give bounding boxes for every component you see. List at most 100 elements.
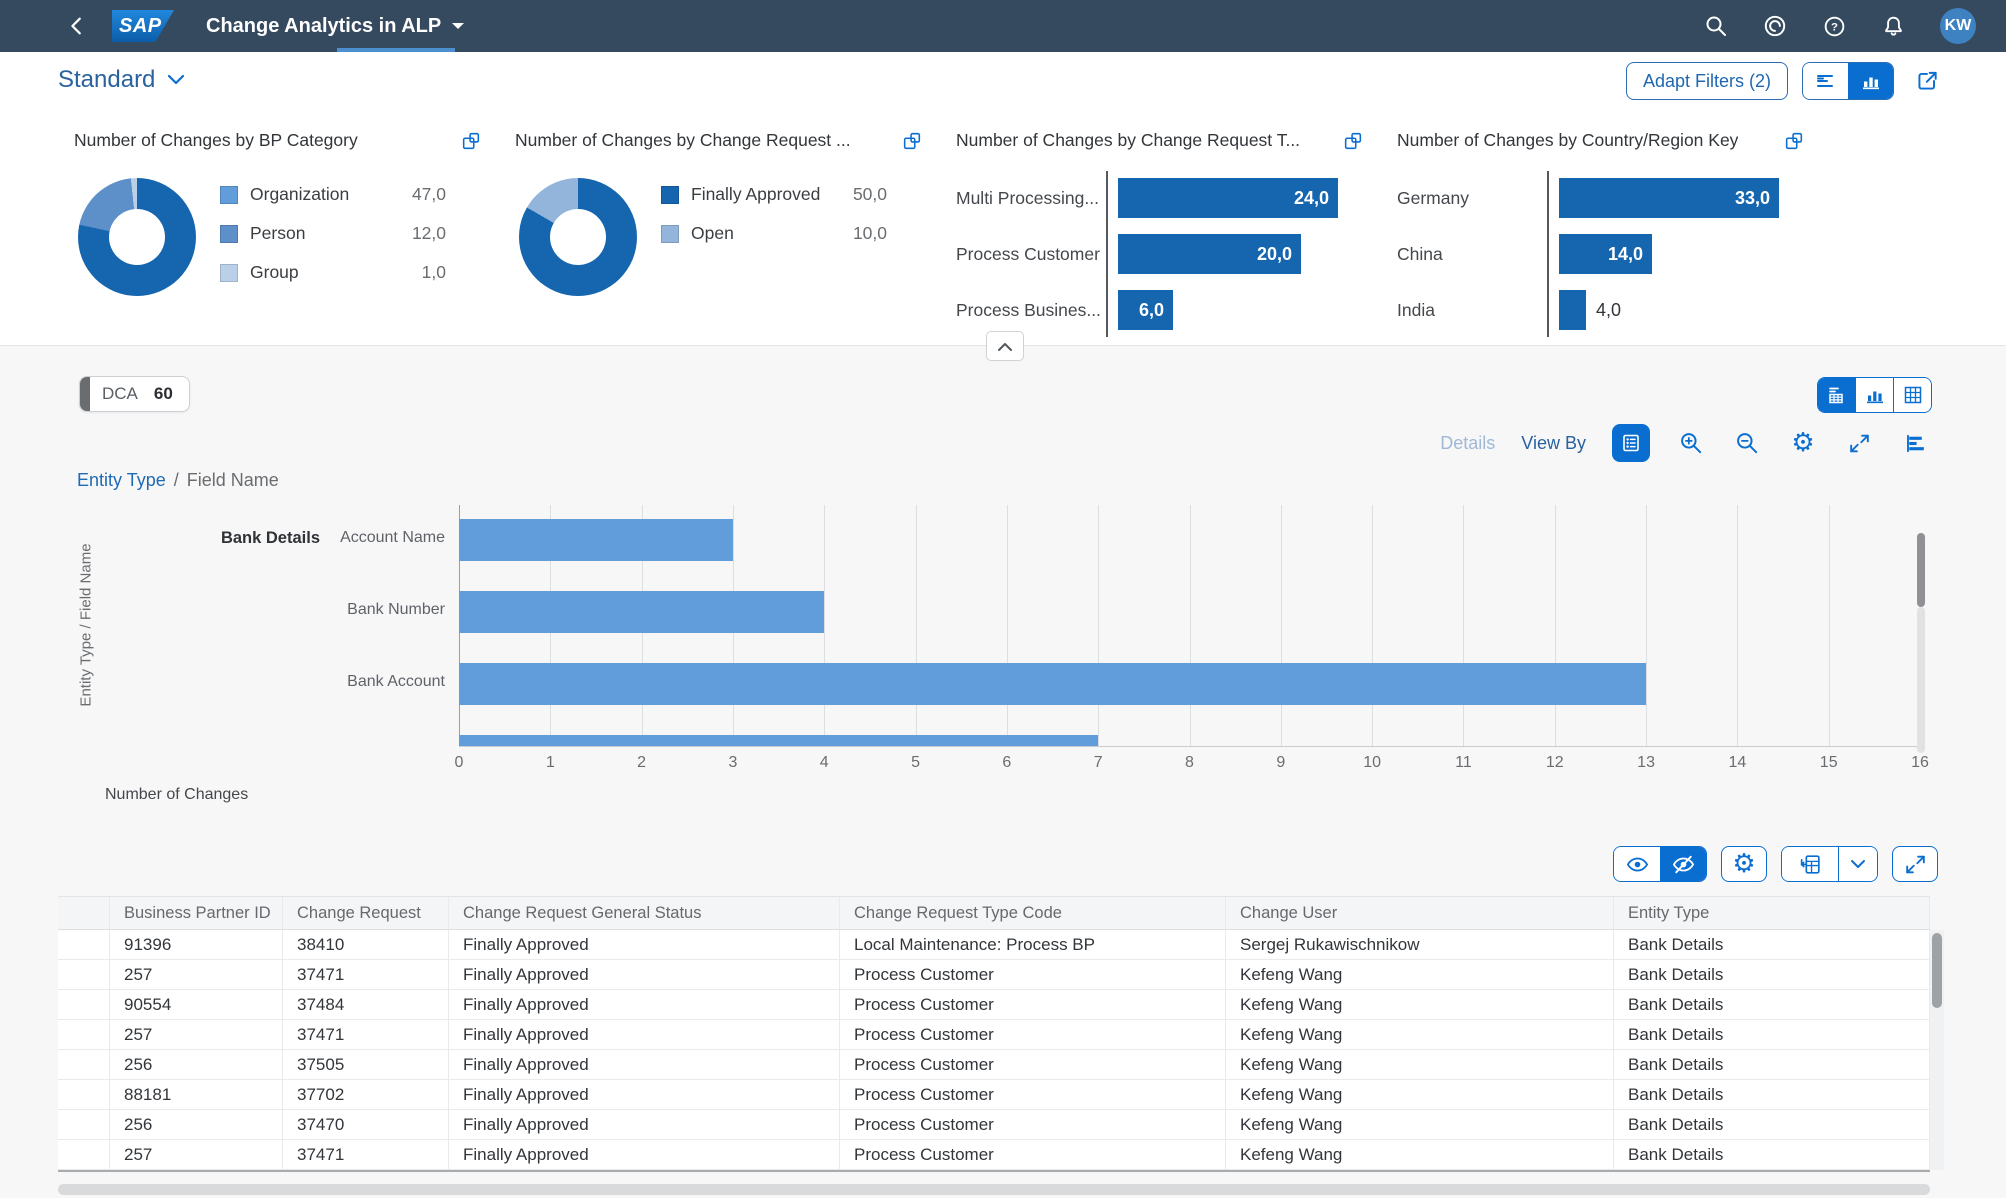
search-icon[interactable]: [1704, 14, 1728, 38]
cell: 37470: [283, 1110, 449, 1140]
table-row[interactable]: 90554 37484 Finally Approved Process Custom…: [58, 990, 1930, 1020]
show-details-button[interactable]: [1614, 847, 1660, 881]
row-selector-cell[interactable]: [58, 1140, 110, 1170]
row-selector-cell[interactable]: [58, 930, 110, 960]
column-header-2[interactable]: Change Request: [283, 896, 449, 930]
cell: Finally Approved: [449, 930, 840, 960]
chart-scrollbar-track[interactable]: [1917, 607, 1925, 753]
variant-selector[interactable]: Standard: [58, 66, 185, 94]
notifications-bell-icon[interactable]: [1881, 14, 1906, 39]
kpi-card[interactable]: Number of Changes by Country/Region Key G…: [1381, 116, 1821, 338]
table-row[interactable]: 257 37471 Finally Approved Process Customer…: [58, 1020, 1930, 1050]
adapt-filters-button[interactable]: Adapt Filters (2): [1625, 62, 1788, 100]
legend-swatch: [220, 224, 238, 243]
row-selector-cell[interactable]: [58, 1110, 110, 1140]
x-tick-label: 11: [1455, 754, 1472, 771]
kpi-card[interactable]: Number of Changes by Change Request ... F…: [499, 116, 939, 338]
row-selector-cell[interactable]: [58, 1020, 110, 1050]
sap-logo[interactable]: SAP: [112, 10, 174, 42]
view-switcher: [1817, 377, 1932, 413]
open-card-button[interactable]: [901, 130, 923, 152]
gridline: [1463, 505, 1465, 746]
chart-settings-button[interactable]: ⚙: [1788, 428, 1818, 458]
kpi-tag-dca[interactable]: DCA 60: [79, 376, 190, 412]
kpi-card-header: Number of Changes by Country/Region Key: [1397, 130, 1805, 152]
kpi-bar[interactable]: [1559, 290, 1586, 330]
row-selector-cell[interactable]: [58, 990, 110, 1020]
table-row[interactable]: 91396 38410 Finally Approved Local Maintena…: [58, 930, 1930, 960]
copilot-icon[interactable]: [1762, 13, 1788, 39]
table-row[interactable]: 257 37471 Finally Approved Process Customer…: [58, 1140, 1930, 1170]
kpi-bar[interactable]: 14,0: [1559, 234, 1652, 274]
help-icon[interactable]: ?: [1822, 14, 1847, 39]
chart-scrollbar-thumb[interactable]: [1917, 533, 1925, 607]
hybrid-view-button[interactable]: [1818, 378, 1855, 412]
legend-toggle-button[interactable]: [1612, 424, 1650, 462]
table-row[interactable]: 88181 37702 Finally Approved Process Custom…: [58, 1080, 1930, 1110]
zoom-out-button[interactable]: [1732, 428, 1762, 458]
breadcrumb-entity-type[interactable]: Entity Type: [77, 470, 166, 491]
cell: Bank Details: [1614, 1140, 1930, 1170]
legend-item-value: 10,0: [852, 223, 887, 243]
filterbar-view-button[interactable]: [1803, 63, 1848, 99]
kpi-view-button[interactable]: [1848, 63, 1893, 99]
row-selector-cell[interactable]: [58, 1050, 110, 1080]
kpi-bar[interactable]: 33,0: [1559, 178, 1779, 218]
gear-icon: ⚙: [1791, 428, 1815, 458]
column-header-6[interactable]: Entity Type: [1614, 896, 1930, 930]
chart-fullscreen-button[interactable]: [1844, 428, 1874, 458]
column-header-1[interactable]: Business Partner ID: [110, 896, 283, 930]
table-scrollbar-thumb[interactable]: [1932, 933, 1942, 1008]
chart-y-axis-title: Entity Type / Field Name: [77, 543, 95, 707]
cell: Finally Approved: [449, 990, 840, 1020]
row-selector-cell[interactable]: [58, 1080, 110, 1110]
avatar[interactable]: KW: [1940, 8, 1976, 44]
horizontal-scrollbar[interactable]: [58, 1184, 1930, 1195]
chart-view-button[interactable]: [1855, 378, 1893, 412]
selector-column-header[interactable]: [58, 896, 110, 930]
gridline: [1554, 505, 1556, 746]
hide-details-button[interactable]: [1660, 847, 1706, 881]
cell: 38410: [283, 930, 449, 960]
view-by-button[interactable]: View By: [1521, 433, 1586, 454]
back-button[interactable]: [66, 15, 88, 37]
table-view-button[interactable]: [1893, 378, 1931, 412]
table-fullscreen-button[interactable]: [1892, 846, 1938, 882]
chart-bar[interactable]: [459, 591, 825, 633]
kpi-bar[interactable]: 20,0: [1118, 234, 1301, 274]
table-row[interactable]: 257 37471 Finally Approved Process Customer…: [58, 960, 1930, 990]
variant-name: Standard: [58, 66, 156, 93]
details-button[interactable]: Details: [1440, 433, 1495, 454]
table-settings-button[interactable]: ⚙: [1721, 846, 1767, 882]
table-row[interactable]: 256 37505 Finally Approved Process Customer…: [58, 1050, 1930, 1080]
donut-chart[interactable]: [78, 178, 196, 296]
share-button[interactable]: [1908, 62, 1946, 100]
kpi-card[interactable]: Number of Changes by Change Request T...…: [940, 116, 1380, 338]
sap-logo-text: SAP: [119, 14, 162, 37]
zoom-in-button[interactable]: [1676, 428, 1706, 458]
kpi-card[interactable]: Number of Changes by BP Category Organiza…: [58, 116, 498, 338]
chart-bar-partial[interactable]: [459, 735, 1099, 746]
export-button[interactable]: [1782, 847, 1838, 881]
kpi-bar[interactable]: 24,0: [1118, 178, 1338, 218]
row-selector-cell[interactable]: [58, 960, 110, 990]
open-card-button[interactable]: [1342, 130, 1364, 152]
column-header-3[interactable]: Change Request General Status: [449, 896, 840, 930]
open-card-button[interactable]: [460, 130, 482, 152]
legend-swatch: [77, 787, 94, 804]
chart-bar[interactable]: [459, 663, 1647, 705]
gridline: [1372, 505, 1374, 746]
app-title-menu[interactable]: Change Analytics in ALP: [206, 15, 465, 38]
open-card-button[interactable]: [1783, 130, 1805, 152]
chart-type-button[interactable]: [1900, 428, 1930, 458]
table-row[interactable]: 256 37470 Finally Approved Process Customer…: [58, 1110, 1930, 1140]
collapse-header-button[interactable]: [986, 331, 1024, 361]
kpi-bar[interactable]: 6,0: [1118, 290, 1173, 330]
cell: Kefeng Wang: [1226, 1080, 1614, 1110]
export-menu-button[interactable]: [1838, 847, 1877, 881]
column-header-4[interactable]: Change Request Type Code: [840, 896, 1226, 930]
donut-chart[interactable]: [519, 178, 637, 296]
chart-bar[interactable]: [459, 519, 733, 561]
column-header-5[interactable]: Change User: [1226, 896, 1614, 930]
kpi-bar-label: China: [1397, 243, 1443, 264]
